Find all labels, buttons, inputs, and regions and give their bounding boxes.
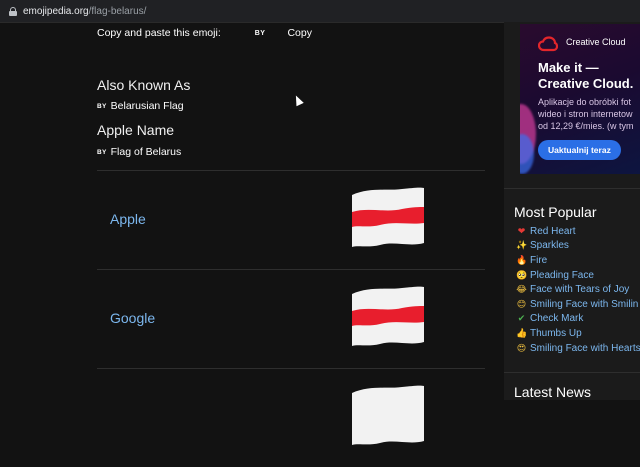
ad-body-line1: Aplikacje do obróbki fot: [538, 97, 632, 107]
divider: [504, 188, 640, 189]
fire-icon: 🔥: [516, 254, 528, 265]
red-heart-icon: ❤: [517, 225, 526, 236]
main-content: Copy and paste this emoji: BY Copy Also …: [97, 22, 485, 445]
divider: [504, 372, 640, 373]
list-item[interactable]: 😂 Face with Tears of Joy: [516, 282, 640, 297]
popular-link[interactable]: Pleading Face: [530, 270, 594, 281]
popular-link[interactable]: Sparkles: [530, 240, 569, 251]
also-known-as-item: BY Belarusian Flag: [97, 100, 184, 112]
list-item[interactable]: 😊 Smiling Face with Smilin: [516, 297, 640, 312]
check-mark-icon: ✔: [517, 313, 526, 324]
flag-by-icon: BY: [97, 148, 107, 156]
flag-belarus-icon[interactable]: [350, 185, 426, 251]
apple-name-title: Apple Name: [97, 122, 175, 138]
popular-link[interactable]: Check Mark: [530, 313, 583, 324]
apple-name-item: BY Flag of Belarus: [97, 146, 181, 158]
smiling-face-with-heart-eyes-icon: 😍: [516, 342, 527, 353]
list-item[interactable]: 🥺 Pleading Face: [516, 268, 640, 283]
vendor-link-apple[interactable]: Apple: [110, 211, 146, 227]
list-item[interactable]: ❤ Red Heart: [516, 224, 640, 239]
popular-link[interactable]: Thumbs Up: [530, 328, 582, 339]
lock-icon: [9, 6, 17, 16]
creative-cloud-logo-icon: [538, 36, 558, 52]
vendor-row-apple: Apple: [97, 170, 485, 269]
popular-link[interactable]: Fire: [530, 255, 547, 266]
vendor-link-google[interactable]: Google: [110, 310, 155, 326]
sidebar: Creative Cloud Make it — Creative Cloud.…: [504, 22, 640, 400]
url-host: emojipedia.org: [23, 5, 89, 17]
ad-body-line3: od 12,29 €/mies. (w tym: [538, 121, 634, 131]
popular-link[interactable]: Smiling Face with Smilin: [530, 299, 638, 310]
most-popular-list: ❤ Red Heart ✨ Sparkles 🔥 Fire 🥺 Pleading Fac…: [516, 224, 640, 355]
ad-body-line2: wideo i stron internetow: [538, 109, 633, 119]
latest-news-title: Latest News: [514, 384, 592, 400]
copy-button[interactable]: Copy: [287, 27, 312, 39]
list-item[interactable]: ✨ Sparkles: [516, 239, 640, 254]
apple-name-value: Flag of Belarus: [110, 146, 182, 158]
smiling-face-with-smiling-eyes-icon: 😊: [516, 298, 527, 309]
ad-body: Aplikacje do obróbki fot wideo i stron i…: [538, 96, 634, 132]
also-known-as-title: Also Known As: [97, 77, 191, 93]
thumbs-up-icon: 👍: [516, 327, 528, 338]
ad-headline-line2: Creative Cloud.: [538, 76, 634, 91]
pleading-face-icon: 🥺: [516, 269, 528, 280]
list-item[interactable]: 👍 Thumbs Up: [516, 326, 640, 341]
address-bar[interactable]: emojipedia.org/flag-belarus/: [0, 0, 640, 23]
most-popular-title: Most Popular: [514, 204, 597, 220]
ad-headline: Make it — Creative Cloud.: [538, 60, 633, 92]
popular-link[interactable]: Smiling Face with Hearts: [530, 343, 640, 354]
list-item[interactable]: 🔥 Fire: [516, 253, 640, 268]
popular-link[interactable]: Face with Tears of Joy: [530, 284, 629, 295]
ad-headline-line1: Make it —: [538, 60, 599, 75]
ad-brand: Creative Cloud: [566, 37, 626, 47]
popular-link[interactable]: Red Heart: [530, 226, 576, 237]
flag-belarus-icon[interactable]: [350, 383, 426, 449]
flag-by-emoji: BY: [254, 29, 266, 37]
face-with-tears-of-joy-icon: 😂: [516, 284, 527, 295]
advertisement[interactable]: Creative Cloud Make it — Creative Cloud.…: [520, 24, 640, 174]
vendor-row-google: Google: [97, 269, 485, 368]
flag-by-icon: BY: [97, 102, 107, 110]
url-path: /flag-belarus/: [88, 5, 147, 17]
flag-belarus-icon[interactable]: [350, 284, 426, 350]
ad-cta-button[interactable]: Uaktualnij teraz: [538, 140, 621, 160]
copy-label: Copy and paste this emoji:: [97, 27, 221, 39]
sparkles-icon: ✨: [516, 240, 528, 251]
list-item[interactable]: ✔ Check Mark: [516, 312, 640, 327]
list-item[interactable]: 😍 Smiling Face with Hearts: [516, 341, 640, 356]
also-known-as-value: Belarusian Flag: [110, 100, 184, 112]
vendor-row-next: [97, 368, 485, 467]
copy-row: Copy and paste this emoji: BY Copy: [97, 27, 312, 39]
